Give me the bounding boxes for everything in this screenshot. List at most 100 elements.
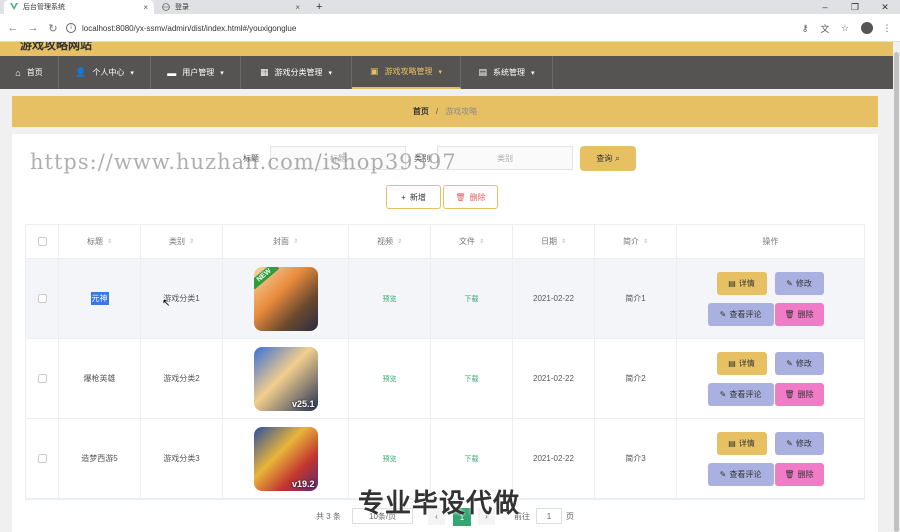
version-badge: v25.1	[291, 398, 315, 409]
sort-icon: ⇕	[478, 239, 485, 245]
delete-button[interactable]: 🗑 删除	[774, 382, 824, 406]
column-header-video[interactable]: 视频 ⇕	[349, 225, 431, 258]
book-icon: ▣	[369, 66, 379, 76]
breadcrumb-home[interactable]: 首页	[413, 106, 429, 117]
category-input[interactable]: 类别	[437, 146, 573, 170]
pencil-icon: ✎	[786, 278, 793, 288]
window-close-button[interactable]: ✕	[870, 0, 900, 14]
edit-button[interactable]: ✎ 修改	[774, 351, 824, 375]
trash-icon: 🗑	[784, 389, 795, 399]
url-field[interactable]: i localhost:8080/yx-ssmv/admin/dist/inde…	[66, 20, 836, 36]
row-actions: ▤ 详情 ✎ 修改 ✎ 查看评论 🗑 删除	[677, 259, 864, 338]
row-checkbox[interactable]	[26, 339, 59, 418]
restore-button[interactable]: ❐	[840, 0, 870, 14]
nav-item-home[interactable]: ⌂ 首页	[0, 56, 59, 89]
row-intro: 简介3	[595, 419, 677, 498]
mouse-cursor-icon: ↖	[162, 298, 171, 309]
more-menu-icon[interactable]: ⋮	[880, 21, 894, 35]
close-icon[interactable]: ×	[295, 3, 300, 12]
file-download-link[interactable]: 下载	[465, 294, 479, 304]
back-arrow-icon[interactable]: ←	[6, 21, 20, 35]
sort-icon: ⇕	[292, 239, 299, 245]
column-header-intro[interactable]: 简介 ⇕	[595, 225, 677, 258]
goto-suffix: 页	[566, 511, 574, 521]
watermark-text: https://www.huzhan.com/ishop39397	[30, 150, 457, 174]
browser-tab-login[interactable]: 登录 ×	[156, 0, 306, 14]
goto-page-input[interactable]: 1	[536, 508, 562, 524]
info-icon[interactable]: i	[66, 23, 76, 33]
row-category: 游戏分类3	[141, 419, 223, 498]
edit-button[interactable]: ✎ 修改	[774, 431, 824, 455]
trash-icon: 🗑	[784, 309, 795, 319]
video-preview-link[interactable]: 预览	[383, 454, 397, 464]
nav-label: 用户管理	[182, 68, 215, 77]
document-icon: ▤	[728, 358, 736, 368]
trash-icon: 🗑	[455, 192, 466, 202]
chevron-down-icon: ▾	[130, 69, 134, 77]
nav-item-system[interactable]: ▤ 系统管理 ▾	[461, 56, 553, 89]
briefcase-icon: ▬	[167, 67, 177, 78]
cover-image[interactable]: v19.2	[253, 426, 318, 491]
profile-avatar-icon[interactable]	[860, 21, 874, 35]
view-comments-button[interactable]: ✎ 查看评论	[707, 382, 774, 406]
column-header-title[interactable]: 标题 ⇕	[59, 225, 141, 258]
column-header-date[interactable]: 日期 ⇕	[513, 225, 595, 258]
sort-icon: ⇕	[560, 239, 567, 245]
nav-label: 首页	[26, 68, 43, 77]
star-icon[interactable]: ☆	[838, 21, 852, 35]
cover-image[interactable]: v25.1	[253, 346, 318, 411]
add-button[interactable]: + 新增	[386, 185, 441, 209]
table-row: 爆枪英雄 游戏分类2 v25.1 预览 下载 2021-02-22 简介2 ▤ 详…	[26, 339, 864, 419]
browser-tab-admin[interactable]: 后台管理系统 ×	[4, 0, 154, 14]
nav-item-guides[interactable]: ▣ 游戏攻略管理 ▾	[352, 56, 461, 89]
overlay-caption: 专业毕设代做	[358, 488, 521, 518]
batch-delete-button[interactable]: 🗑 删除	[443, 185, 498, 209]
page-scrollbar[interactable]	[893, 42, 900, 532]
scroll-thumb[interactable]	[894, 52, 899, 532]
row-checkbox[interactable]	[26, 259, 59, 338]
query-button[interactable]: 查询 ⌕	[580, 146, 636, 171]
key-icon[interactable]: ⚷	[798, 21, 812, 35]
detail-button[interactable]: ▤ 详情	[716, 431, 767, 455]
column-header-cover[interactable]: 封面 ⇕	[223, 225, 349, 258]
pencil-icon: ✎	[719, 469, 727, 479]
sort-icon: ⇕	[642, 239, 649, 245]
view-comments-button[interactable]: ✎ 查看评论	[707, 462, 774, 486]
delete-button[interactable]: 🗑 删除	[774, 462, 824, 486]
minimize-button[interactable]: –	[810, 0, 840, 14]
url-text: localhost:8080/yx-ssmv/admin/dist/index.…	[82, 23, 297, 33]
nav-item-categories[interactable]: ▦ 游戏分类管理 ▾	[241, 56, 352, 89]
row-checkbox[interactable]	[26, 419, 59, 498]
view-comments-button[interactable]: ✎ 查看评论	[707, 302, 774, 326]
pagination-total: 共 3 条	[316, 511, 341, 521]
file-download-link[interactable]: 下载	[465, 454, 479, 464]
file-download-link[interactable]: 下载	[465, 374, 479, 384]
video-preview-link[interactable]: 预览	[383, 294, 397, 304]
detail-button[interactable]: ▤ 详情	[716, 351, 767, 375]
column-header-category[interactable]: 类别 ⇕	[141, 225, 223, 258]
detail-button[interactable]: ▤ 详情	[716, 271, 767, 295]
new-tab-button[interactable]: +	[310, 0, 328, 14]
nav-label: 游戏分类管理	[274, 68, 323, 77]
video-preview-link[interactable]: 预览	[383, 374, 397, 384]
chevron-down-icon: ▾	[531, 69, 535, 77]
add-button-label: 新增	[409, 192, 426, 202]
column-header-file[interactable]: 文件 ⇕	[431, 225, 513, 258]
document-icon: ▤	[728, 278, 736, 288]
row-title: 元神	[59, 259, 141, 338]
sort-icon: ⇕	[106, 239, 113, 245]
cover-image[interactable]: NEW	[253, 266, 318, 331]
close-icon[interactable]: ×	[143, 3, 148, 12]
nav-item-profile[interactable]: 👤 个人中心 ▾	[59, 56, 151, 89]
breadcrumb-current: 游戏攻略	[445, 107, 478, 116]
translate-icon[interactable]: 文	[818, 21, 832, 35]
version-badge: v19.2	[291, 478, 315, 489]
document-icon: ▤	[478, 67, 487, 77]
delete-button[interactable]: 🗑 删除	[774, 302, 824, 326]
chevron-down-icon: ▾	[438, 68, 443, 76]
edit-button[interactable]: ✎ 修改	[774, 271, 824, 295]
select-all-checkbox[interactable]	[26, 225, 59, 258]
reload-icon[interactable]: ↻	[46, 21, 60, 35]
forward-arrow-icon[interactable]: →	[26, 21, 40, 35]
nav-item-users[interactable]: ▬ 用户管理 ▾	[151, 56, 241, 89]
